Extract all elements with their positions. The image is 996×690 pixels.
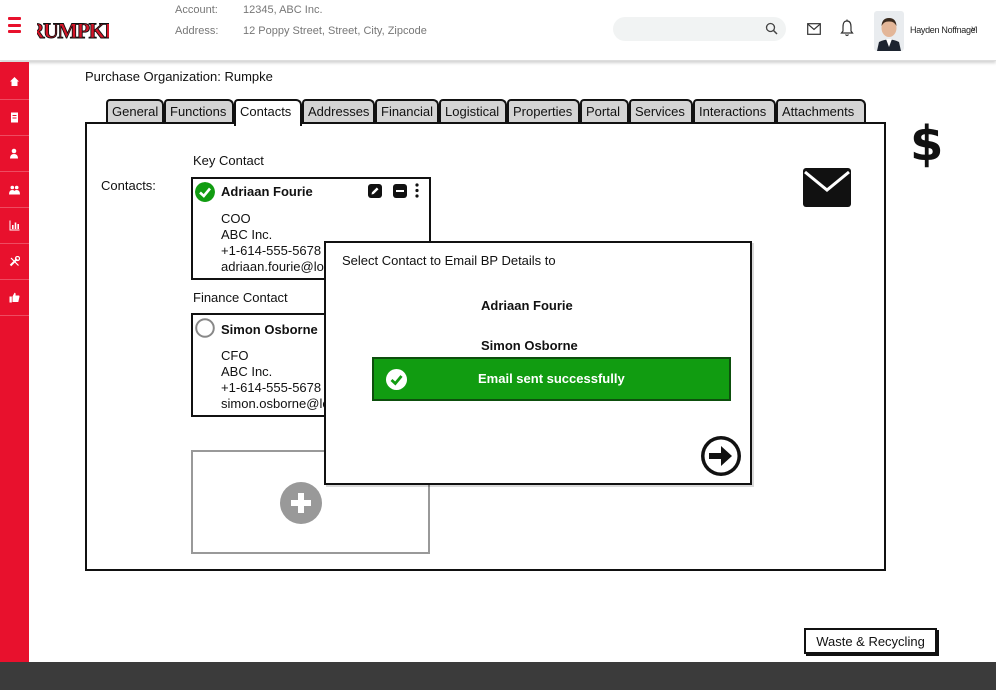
sidebar-item-tools[interactable] <box>0 244 29 280</box>
finance-contact-phone: +1-614-555-5678 <box>221 380 322 395</box>
chart-icon <box>9 220 20 231</box>
key-contact-title: COO <box>221 211 251 226</box>
hamburger-menu-icon[interactable] <box>8 17 21 33</box>
success-check-icon <box>386 369 407 390</box>
finance-contact-company: ABC Inc. <box>221 364 273 379</box>
tab-interactions[interactable]: Interactions <box>693 99 776 123</box>
finance-contact-email: simon.osborne@lo <box>221 396 330 411</box>
sidebar <box>0 62 29 662</box>
dollar-icon[interactable]: $ <box>910 120 943 168</box>
remove-minus-icon[interactable] <box>393 184 407 198</box>
tab-logistical[interactable]: Logistical <box>439 99 507 123</box>
tab-general[interactable]: General <box>106 99 164 123</box>
account-label: Account: <box>175 4 218 16</box>
account-value: 12345, ABC Inc. <box>243 4 323 16</box>
logo-text: RUMPKE <box>37 18 109 43</box>
unselected-radio-icon[interactable] <box>195 318 215 338</box>
waste-recycling-button[interactable]: Waste & Recycling <box>804 628 937 654</box>
sidebar-item-reports[interactable] <box>0 208 29 244</box>
sidebar-item-feedback[interactable] <box>0 280 29 316</box>
tab-portal[interactable]: Portal <box>580 99 629 123</box>
notification-bell-icon[interactable] <box>840 19 854 37</box>
tab-addresses[interactable]: Addresses <box>302 99 375 123</box>
selected-check-icon[interactable] <box>195 182 215 202</box>
home-icon <box>10 77 19 86</box>
tools-icon <box>9 256 20 267</box>
top-header: RUMPKE Account: 12345, ABC Inc. Address:… <box>0 0 996 61</box>
tab-properties[interactable]: Properties <box>507 99 580 123</box>
thumbs-up-icon <box>9 292 20 303</box>
address-value: 12 Poppy Street, Street, City, Zipcode <box>243 25 427 37</box>
search-icon[interactable] <box>765 22 778 35</box>
purchase-org-label: Purchase Organization: <box>85 69 221 84</box>
key-contact-company: ABC Inc. <box>221 227 273 242</box>
key-contact-email: adriaan.fourie@lo <box>221 259 324 274</box>
email-envelope-icon[interactable] <box>803 168 851 207</box>
tab-financial[interactable]: Financial <box>375 99 439 123</box>
address-label: Address: <box>175 25 219 37</box>
key-contact-phone: +1-614-555-5678 <box>221 243 322 258</box>
next-arrow-icon[interactable] <box>700 435 742 477</box>
search-input[interactable] <box>613 17 786 41</box>
tab-attachments[interactable]: Attachments <box>776 99 866 123</box>
purchase-org-value: Rumpke <box>224 69 273 84</box>
user-name[interactable]: Hayden Noffnagel <box>910 25 977 35</box>
document-icon <box>11 112 18 123</box>
modal-option-adriaan-fourie[interactable]: Adriaan Fourie <box>481 298 573 313</box>
email-contact-modal: Select Contact to Email BP Details to Ad… <box>324 241 752 485</box>
footer-bar <box>0 662 996 690</box>
rumpke-logo[interactable]: RUMPKE <box>37 11 109 47</box>
add-plus-icon[interactable] <box>280 482 322 524</box>
toast-message: Email sent successfully <box>478 371 625 386</box>
group-icon <box>9 185 20 195</box>
edit-pencil-icon[interactable] <box>368 184 382 198</box>
key-contact-heading: Key Contact <box>193 153 264 168</box>
purchase-organization: Purchase Organization: Rumpke <box>85 69 273 84</box>
more-options-icon[interactable] <box>415 183 419 198</box>
tab-functions[interactable]: Functions <box>164 99 234 123</box>
mail-icon[interactable] <box>807 23 821 35</box>
key-contact-name: Adriaan Fourie <box>221 184 313 199</box>
finance-contact-name: Simon Osborne <box>221 322 318 337</box>
contacts-label: Contacts: <box>101 178 156 193</box>
user-menu-chevron-down-icon[interactable]: ˅ <box>971 24 976 34</box>
sidebar-item-documents[interactable] <box>0 100 29 136</box>
sidebar-item-home[interactable] <box>0 64 29 100</box>
finance-contact-title: CFO <box>221 348 249 363</box>
sidebar-item-group[interactable] <box>0 172 29 208</box>
modal-option-simon-osborne[interactable]: Simon Osborne <box>481 338 578 353</box>
success-toast: Email sent successfully <box>372 357 731 401</box>
tab-services[interactable]: Services <box>629 99 693 123</box>
sidebar-item-user[interactable] <box>0 136 29 172</box>
user-avatar[interactable] <box>874 11 904 51</box>
tab-contacts[interactable]: Contacts <box>234 99 302 126</box>
user-icon <box>10 148 18 159</box>
finance-contact-heading: Finance Contact <box>193 290 288 305</box>
modal-title: Select Contact to Email BP Details to <box>342 253 556 268</box>
